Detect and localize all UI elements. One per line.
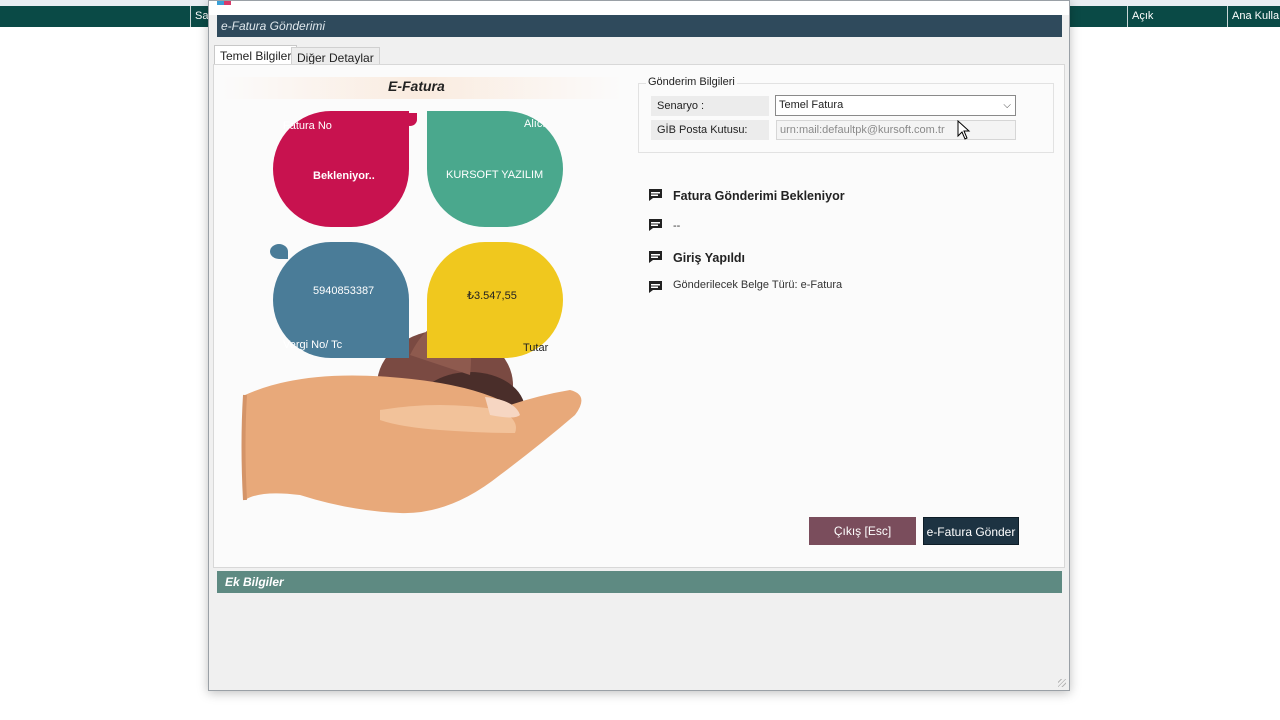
ek-bilgiler-header[interactable]: Ek Bilgiler [217, 571, 1062, 593]
tutar-value: ₺3.547,55 [467, 290, 517, 302]
cikis-button[interactable]: Çıkış [Esc] [809, 517, 916, 545]
fatura-no-card: Fatura No Bekleniyor.. [273, 111, 409, 227]
status-message: Fatura Gönderimi Bekleniyor [673, 189, 845, 203]
decorative-dot [270, 244, 288, 259]
background-column-header[interactable]: Açık [1127, 6, 1228, 27]
alici-label: Alıcı [524, 118, 546, 130]
message-icon [649, 281, 662, 293]
app-icon [217, 1, 231, 5]
status-message: Gönderilecek Belge Türü: e-Fatura [673, 279, 843, 291]
decorative-dot [403, 113, 417, 126]
senaryo-selected-value: Temel Fatura [779, 99, 844, 111]
fatura-no-label: Fatura No [283, 120, 332, 132]
gib-posta-kutusu-label: GİB Posta Kutusu: [651, 120, 769, 140]
vergi-no-value: 5940853387 [313, 285, 375, 297]
gonderim-bilgileri-group [638, 83, 1054, 153]
tutar-label: Tutar [523, 342, 549, 354]
dialog-titlebar[interactable] [209, 1, 1069, 15]
vergi-no-label: Vergi No/ Tc [283, 339, 343, 351]
senaryo-select[interactable]: Temel Fatura ⌵ [775, 95, 1016, 116]
chevron-down-icon[interactable]: ⌵ [1003, 96, 1011, 115]
mouse-cursor-icon [957, 120, 971, 140]
tutar-card: ₺3.547,55 Tutar [427, 242, 563, 358]
alici-card: Alıcı KURSOFT YAZILIM [427, 111, 563, 227]
message-icon [649, 251, 662, 263]
fatura-no-value: Bekleniyor.. [313, 170, 375, 182]
gonderim-bilgileri-title: Gönderim Bilgileri [646, 76, 737, 88]
background-column-header[interactable]: Ana Kulla [1227, 6, 1280, 27]
tab-temel-bilgiler[interactable]: Temel Bilgiler [214, 45, 298, 65]
message-icon [649, 189, 662, 201]
alici-value: KURSOFT YAZILIM [446, 169, 544, 181]
efatura-gonder-button[interactable]: e-Fatura Gönder [923, 517, 1019, 545]
decorative-dot [427, 342, 441, 355]
dialog-title: e-Fatura Gönderimi [217, 15, 1062, 37]
background-column-header[interactable]: Sat [190, 6, 210, 27]
vergi-no-card: 5940853387 Vergi No/ Tc [273, 242, 409, 358]
gib-posta-kutusu-field[interactable]: urn:mail:defaultpk@kursoft.com.tr [776, 120, 1016, 140]
senaryo-label: Senaryo : [651, 96, 769, 116]
status-message: Giriş Yapıldı [673, 251, 746, 265]
illustration-title: E-Fatura [388, 78, 445, 94]
message-icon [649, 219, 662, 231]
resize-grip[interactable] [1058, 679, 1066, 687]
status-message: -- [673, 220, 681, 232]
